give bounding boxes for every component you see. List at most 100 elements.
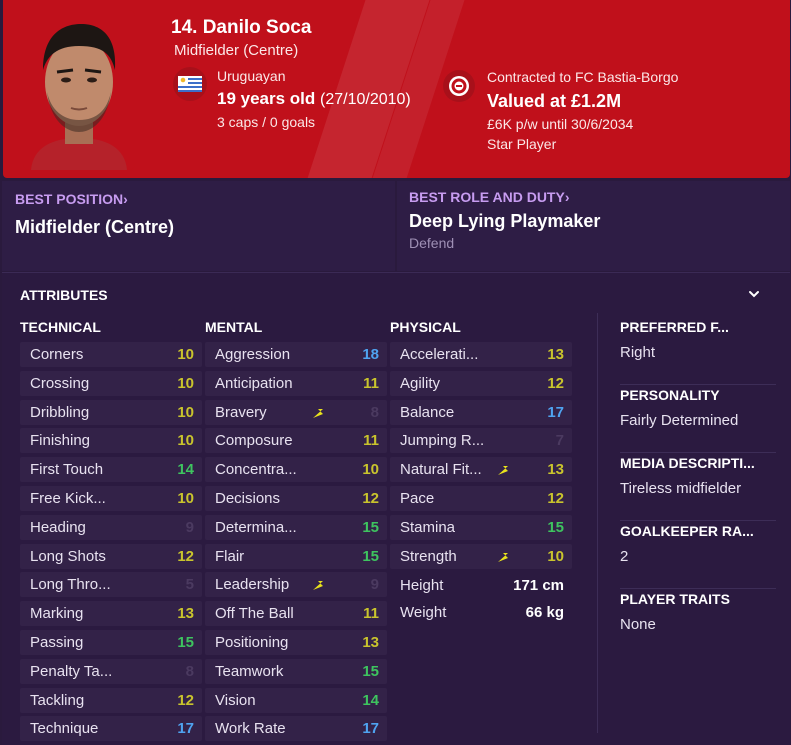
attribute-row-first-touch[interactable]: First Touch 14 xyxy=(20,457,202,483)
attribute-row-positioning[interactable]: Positioning 13 xyxy=(205,629,387,655)
trend-arrow-icon xyxy=(497,463,509,476)
attribute-value: 10 xyxy=(177,489,194,507)
attribute-row-strength[interactable]: Strength 10 xyxy=(390,543,572,569)
height-row: Height 171 cm xyxy=(390,572,572,599)
attribute-row-aggression[interactable]: Aggression 18 xyxy=(205,342,387,367)
attribute-name: Work Rate xyxy=(215,720,286,738)
attribute-row-passing[interactable]: Passing 15 xyxy=(20,629,202,655)
attribute-row-flair[interactable]: Flair 15 xyxy=(205,543,387,569)
attribute-name: Off The Ball xyxy=(215,605,294,623)
attribute-name: Positioning xyxy=(215,633,289,651)
attribute-row-anticipation[interactable]: Anticipation 11 xyxy=(205,370,387,396)
trend-arrow-icon xyxy=(312,406,324,418)
technical-title: TECHNICAL xyxy=(20,319,101,335)
attribute-row-jumping-r[interactable]: Jumping R... 7 xyxy=(390,428,572,454)
attribute-row-vision[interactable]: Vision 14 xyxy=(205,687,387,713)
attribute-value: 17 xyxy=(547,403,564,421)
attribute-row-pace[interactable]: Pace 12 xyxy=(390,485,572,511)
age: 19 years old (27/10/2010) xyxy=(217,89,411,109)
attribute-name: Accelerati... xyxy=(400,346,479,363)
info-value: Fairly Determined xyxy=(620,412,739,429)
attribute-row-finishing[interactable]: Finishing 10 xyxy=(20,428,202,454)
squad-status: Star Player xyxy=(487,136,557,152)
attribute-row-heading[interactable]: Heading 9 xyxy=(20,514,202,540)
attribute-value: 10 xyxy=(177,432,194,450)
attribute-row-free-kick[interactable]: Free Kick... 10 xyxy=(20,485,202,511)
weight-label: Weight xyxy=(400,604,447,622)
info-block-media-descripti[interactable]: MEDIA DESCRIPTI... Tireless midfielder xyxy=(620,453,776,521)
best-position-title: BEST POSITION xyxy=(15,191,124,207)
physical-title: PHYSICAL xyxy=(390,319,461,335)
attribute-row-corners[interactable]: Corners 10 xyxy=(20,342,202,367)
info-block-goalkeeper-ra[interactable]: GOALKEEPER RA... 2 xyxy=(620,521,776,589)
attribute-name: Determina... xyxy=(215,518,297,536)
attribute-row-dribbling[interactable]: Dribbling 10 xyxy=(20,399,202,425)
best-role-panel: BEST ROLE AND DUTY› Deep Lying Playmaker… xyxy=(397,181,790,271)
club-crest-icon[interactable] xyxy=(443,70,475,102)
player-photo xyxy=(23,10,135,170)
attribute-value: 12 xyxy=(177,547,194,565)
attribute-value: 11 xyxy=(363,432,379,450)
attribute-row-stamina[interactable]: Stamina 15 xyxy=(390,514,572,540)
attribute-row-tackling[interactable]: Tackling 12 xyxy=(20,687,202,713)
attribute-name: Concentra... xyxy=(215,461,297,479)
divider xyxy=(597,313,598,733)
chevron-down-icon[interactable] xyxy=(747,287,761,301)
info-block-player-traits[interactable]: PLAYER TRAITS None xyxy=(620,589,776,657)
attribute-row-leadership[interactable]: Leadership 9 xyxy=(205,572,387,598)
attribute-row-determina[interactable]: Determina... 15 xyxy=(205,514,387,540)
attribute-row-decisions[interactable]: Decisions 12 xyxy=(205,485,387,511)
best-position-link[interactable]: BEST POSITION› xyxy=(15,191,128,207)
age-years: 19 years old xyxy=(217,89,316,108)
info-value: 2 xyxy=(620,548,629,565)
attribute-value: 18 xyxy=(362,346,379,363)
contract-club[interactable]: Contracted to FC Bastia-Borgo xyxy=(487,69,678,85)
attribute-row-off-the-ball[interactable]: Off The Ball 11 xyxy=(205,601,387,627)
trend-arrow-icon xyxy=(497,550,509,562)
attribute-value: 5 xyxy=(185,576,194,594)
player-value: Valued at £1.2M xyxy=(487,91,622,111)
info-value: Right xyxy=(620,344,656,361)
attribute-value: 15 xyxy=(362,518,379,536)
attribute-row-marking[interactable]: Marking 13 xyxy=(20,601,202,627)
attribute-value: 17 xyxy=(177,720,194,738)
best-role-duty: Defend xyxy=(409,235,455,251)
attribute-value: 15 xyxy=(547,518,564,536)
attribute-row-long-thro[interactable]: Long Thro... 5 xyxy=(20,572,202,598)
attribute-value: 7 xyxy=(555,432,564,450)
attribute-name: First Touch xyxy=(30,461,104,479)
attribute-value: 10 xyxy=(177,346,194,363)
info-title: GOALKEEPER RA... xyxy=(620,523,754,539)
attribute-row-technique[interactable]: Technique 17 xyxy=(20,716,202,742)
best-role-value: Deep Lying Playmaker xyxy=(409,211,601,231)
attribute-row-natural-fit[interactable]: Natural Fit... 13 xyxy=(390,457,572,483)
best-role-title: BEST ROLE AND DUTY xyxy=(409,189,565,205)
attribute-name: Penalty Ta... xyxy=(30,662,113,680)
best-role-link[interactable]: BEST ROLE AND DUTY› xyxy=(409,189,570,205)
attribute-row-work-rate[interactable]: Work Rate 17 xyxy=(205,716,387,742)
attribute-value: 8 xyxy=(370,403,379,421)
info-block-personality[interactable]: PERSONALITY Fairly Determined xyxy=(620,385,776,453)
attribute-name: Long Shots xyxy=(30,547,106,565)
attribute-row-concentra[interactable]: Concentra... 10 xyxy=(205,457,387,483)
wage-info: £6K p/w until 30/6/2034 xyxy=(487,116,634,132)
weight-row: Weight 66 kg xyxy=(390,599,572,626)
attribute-value: 14 xyxy=(177,461,194,479)
attribute-value: 8 xyxy=(185,662,194,680)
attribute-name: Aggression xyxy=(215,346,291,363)
physical-attributes-list: Accelerati... 13 Agility 12 Balance 17 Jumping… xyxy=(390,342,572,626)
attribute-name: Anticipation xyxy=(215,374,293,392)
trend-arrow-icon xyxy=(312,578,324,591)
attribute-row-accelerati[interactable]: Accelerati... 13 xyxy=(390,342,572,367)
attribute-row-agility[interactable]: Agility 12 xyxy=(390,370,572,396)
attribute-row-composure[interactable]: Composure 11 xyxy=(205,428,387,454)
attribute-value: 10 xyxy=(362,461,379,479)
info-title: MEDIA DESCRIPTI... xyxy=(620,455,755,471)
info-block-preferred-f[interactable]: PREFERRED F... Right xyxy=(620,317,776,385)
attribute-row-penalty-ta[interactable]: Penalty Ta... 8 xyxy=(20,658,202,684)
attribute-row-crossing[interactable]: Crossing 10 xyxy=(20,370,202,396)
attribute-row-balance[interactable]: Balance 17 xyxy=(390,399,572,425)
attribute-row-bravery[interactable]: Bravery 8 xyxy=(205,399,387,425)
attribute-row-teamwork[interactable]: Teamwork 15 xyxy=(205,658,387,684)
attribute-row-long-shots[interactable]: Long Shots 12 xyxy=(20,543,202,569)
